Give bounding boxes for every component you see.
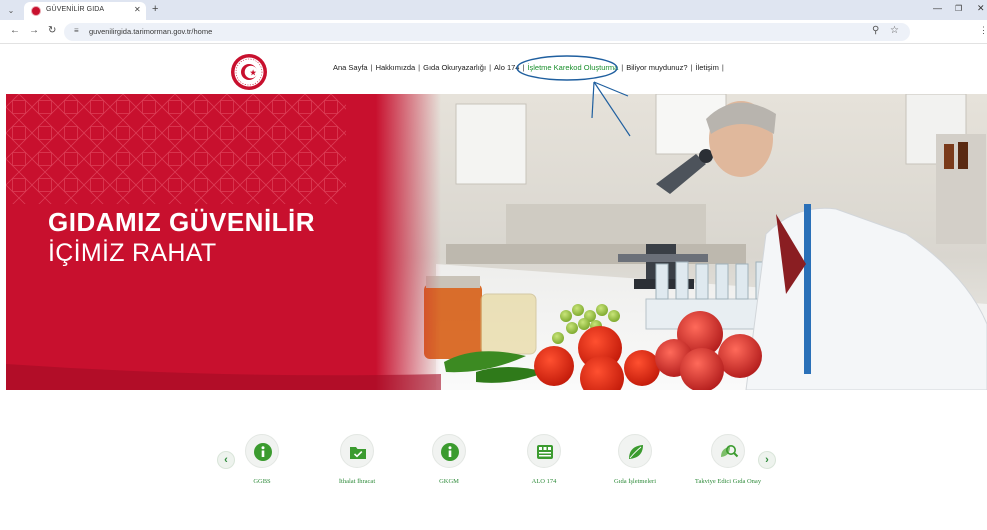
nav-ana-sayfa[interactable]: Ana Sayfa [330, 63, 371, 72]
menu-kebab-icon[interactable]: ⋮ [979, 25, 987, 36]
quick-link-gida-isletmeleri[interactable]: Gıda İşletmeleri [590, 434, 680, 504]
hero-banner: GIDAMIZ GÜVENİLİR İÇİMİZ RAHAT [6, 94, 987, 390]
tab-strip: ⌄ GÜVENİLİR GIDA ✕ + — ❐ ✕ [0, 0, 987, 20]
quick-link-label: Takviye Edici Gıda Onay [694, 478, 762, 485]
quick-link-label: ALO 174 [531, 478, 557, 485]
quick-link-takviye-edici-gida-onay[interactable]: Takviye Edici Gıda Onay [683, 434, 773, 504]
tab-search-icon[interactable]: ⌄ [4, 4, 18, 17]
ministry-logo[interactable] [230, 53, 268, 91]
reload-icon[interactable]: ↻ [48, 25, 56, 36]
url-text[interactable]: guvenilirgida.tarimorman.gov.tr/home [89, 27, 212, 36]
tab-close-icon[interactable]: ✕ [134, 5, 141, 14]
zoom-icon[interactable]: ⚲ [872, 25, 879, 36]
info-icon [245, 434, 279, 468]
quick-link-ggbs[interactable]: GGBS [217, 434, 307, 504]
tab-title: GÜVENİLİR GIDA [46, 6, 105, 13]
nav-separator: | [721, 63, 724, 72]
address-bar[interactable]: ≡ guvenilirgida.tarimorman.gov.tr/home ⚲… [64, 23, 910, 41]
nav-gida-okuryazarligi[interactable]: Gıda Okuryazarlığı [420, 63, 489, 72]
nav-hakkimizda[interactable]: Hakkımızda [373, 63, 419, 72]
leaf-icon [618, 434, 652, 468]
main-nav: Ana Sayfa | Hakkımızda | Gıda Okuryazarlığı |… [330, 63, 724, 77]
window-close-icon[interactable]: ✕ [977, 3, 985, 14]
browser-tab[interactable]: GÜVENİLİR GIDA ✕ [24, 2, 146, 20]
quick-links-carousel: ‹ GGBS İthalat İhracat GKGM ALO 174 Gıda… [0, 390, 987, 530]
minimize-icon[interactable]: — [933, 3, 942, 13]
info-icon [432, 434, 466, 468]
nav-isletme-karekod-olusturma[interactable]: İşletme Karekod Oluşturma [524, 63, 621, 72]
quick-link-gkgm[interactable]: GKGM [404, 434, 494, 504]
carousel-next-button[interactable]: › [758, 451, 776, 469]
alo174-icon [527, 434, 561, 468]
site-header: Ana Sayfa | Hakkımızda | Gıda Okuryazarlığı |… [0, 45, 987, 94]
quick-link-label: GGBS [253, 478, 271, 485]
site-settings-icon[interactable]: ≡ [74, 26, 79, 35]
back-arrow-icon[interactable]: ← [10, 25, 20, 36]
bookmark-star-icon[interactable]: ☆ [890, 25, 899, 36]
quick-link-alo-174[interactable]: ALO 174 [499, 434, 589, 504]
restore-icon[interactable]: ❐ [955, 4, 962, 13]
quick-link-label: Gıda İşletmeleri [613, 478, 657, 485]
browser-toolbar: ← → ↻ ≡ guvenilirgida.tarimorman.gov.tr/… [0, 20, 987, 44]
folder-check-icon [340, 434, 374, 468]
site-favicon-icon [31, 6, 41, 16]
nav-iletisim[interactable]: İletişim [692, 63, 721, 72]
new-tab-icon[interactable]: + [152, 3, 158, 15]
quick-link-label: GKGM [439, 478, 459, 485]
forward-arrow-icon[interactable]: → [29, 25, 39, 36]
leaf-search-icon [711, 434, 745, 468]
hero-subtitle: İÇİMİZ RAHAT [48, 239, 217, 267]
quick-link-ithalat-ihracat[interactable]: İthalat İhracat [312, 434, 402, 504]
nav-alo-174[interactable]: Alo 174 [491, 63, 522, 72]
nav-biliyor-muydunuz[interactable]: Biliyor muydunuz? [623, 63, 690, 72]
browser-window: ⌄ GÜVENİLİR GIDA ✕ + — ❐ ✕ ← → ↻ ≡ guven… [0, 0, 987, 530]
hero-title: GIDAMIZ GÜVENİLİR [48, 207, 316, 237]
quick-link-label: İthalat İhracat [338, 478, 376, 485]
